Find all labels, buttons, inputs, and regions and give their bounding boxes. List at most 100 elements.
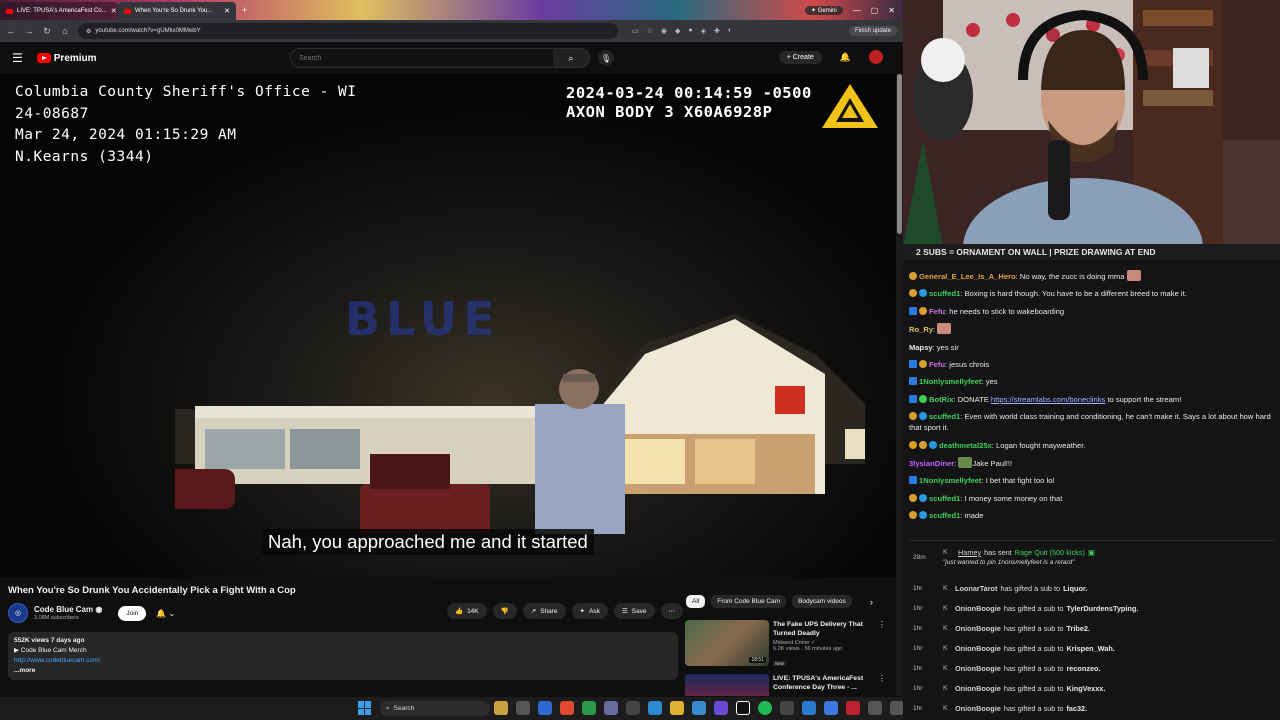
home-icon[interactable]: ⌂ <box>60 26 70 36</box>
chat-username[interactable]: scuffed1 <box>929 412 960 421</box>
event-recipient[interactable]: reconzeo. <box>1066 664 1100 673</box>
close-tab-icon[interactable]: ✕ <box>224 7 230 15</box>
app-icon[interactable] <box>846 701 860 715</box>
event-user[interactable]: OnionBoogie <box>955 684 1001 693</box>
chat-username[interactable]: scuffed1 <box>929 494 960 503</box>
kebab-menu-icon[interactable]: ⋮ <box>878 674 886 683</box>
chat-username[interactable]: deathmetal25x <box>939 441 992 450</box>
folder-icon[interactable] <box>670 701 684 715</box>
description-box[interactable]: 552K views 7 days ago ▶ Code Blue Cam Me… <box>8 632 678 680</box>
chip-all[interactable]: All <box>686 595 706 608</box>
search-icon[interactable]: ⌕ <box>553 49 589 67</box>
subscribed-bell-icon[interactable]: 🔔 ⌄ <box>156 609 175 618</box>
taskbar-search[interactable]: ⌕ Search <box>380 701 490 716</box>
close-tab-icon[interactable]: ✕ <box>111 7 117 15</box>
menu-icon[interactable]: ☰ <box>12 51 23 65</box>
new-tab-button[interactable]: + <box>236 5 253 15</box>
more-actions-button[interactable]: ⋯ <box>660 603 683 619</box>
app-icon[interactable] <box>714 701 728 715</box>
chat-username[interactable]: 1Nonlysmellyfeet <box>919 377 981 386</box>
channel-name[interactable]: Code Blue Cam ◉ <box>34 605 102 614</box>
event-user[interactable]: OnionBoogie <box>955 644 1001 653</box>
app-icon[interactable] <box>736 701 750 715</box>
address-bar[interactable]: ⚙ youtube.com/watch?v=gUMkx0MMwbY <box>78 23 618 39</box>
app-icon[interactable] <box>494 701 508 715</box>
app-icon[interactable] <box>648 701 662 715</box>
app-icon[interactable] <box>626 701 640 715</box>
finish-update-button[interactable]: Finish update <box>848 26 897 36</box>
save-button[interactable]: ☰ Save <box>613 603 655 619</box>
back-icon[interactable]: ← <box>6 26 16 36</box>
chip-bodycam[interactable]: Bodycam videos <box>792 595 852 608</box>
chat-username[interactable]: scuffed1 <box>929 511 960 520</box>
chat-username[interactable]: Fefu <box>929 307 945 316</box>
event-recipient[interactable]: TylerDurdensTyping. <box>1066 604 1138 613</box>
rec-title[interactable]: LIVE: TPUSA's AmericaFest Conference Day… <box>773 674 878 692</box>
app-icon[interactable] <box>582 701 596 715</box>
event-user[interactable]: LoonarTarot <box>955 584 997 593</box>
app-icon[interactable] <box>604 701 618 715</box>
app-icon[interactable] <box>516 701 530 715</box>
share-button[interactable]: ↗ Share <box>522 603 566 619</box>
app-icon[interactable] <box>824 701 838 715</box>
extension-icon[interactable]: ◆ <box>675 27 680 35</box>
chat-username[interactable]: Fefu <box>929 360 945 369</box>
extension-icon[interactable]: ● <box>688 27 692 35</box>
chat-username[interactable]: 1Nonlysmellyfeet <box>919 476 981 485</box>
search-input[interactable] <box>291 54 553 62</box>
page-scrollbar[interactable] <box>896 74 903 696</box>
chat-username[interactable]: scuffed1 <box>929 289 960 298</box>
forward-icon[interactable]: → <box>24 26 34 36</box>
chat-username[interactable]: BotRix <box>929 395 953 404</box>
description-link[interactable]: http://www.codebluecam.com/ <box>14 656 672 666</box>
notifications-bell-icon[interactable]: 🔔 <box>840 52 851 63</box>
event-user[interactable]: Hamey <box>958 548 981 557</box>
app-icon[interactable] <box>538 701 552 715</box>
chip-from-channel[interactable]: From Code Blue Cam <box>711 595 787 608</box>
app-icon[interactable] <box>890 701 904 715</box>
app-icon[interactable] <box>802 701 816 715</box>
chrome-icon[interactable] <box>560 701 574 715</box>
profile-icon[interactable]: ◐ <box>728 27 732 35</box>
chevron-right-icon[interactable]: › <box>870 597 873 607</box>
video-thumbnail[interactable]: 18:51 <box>685 620 769 666</box>
reload-icon[interactable]: ↻ <box>42 26 52 37</box>
minimize-icon[interactable]: — <box>853 6 861 15</box>
channel-avatar[interactable]: ◎ <box>8 603 28 623</box>
gemini-button[interactable]: ✦ Gemini <box>805 5 843 15</box>
chat-username[interactable]: Ro_Ry <box>909 325 933 334</box>
kebab-menu-icon[interactable]: ⋮ <box>878 620 886 629</box>
like-button[interactable]: 👍 14K <box>446 603 487 619</box>
cast-icon[interactable]: ▭ <box>632 27 639 35</box>
video-player[interactable]: Columbia County Sheriff's Office - WI 24… <box>0 74 896 577</box>
tab-livestream[interactable]: LIVE: TPUSA's AmericaFest Co... ✕ <box>0 2 118 20</box>
windows-start-icon[interactable] <box>358 701 372 715</box>
chat-username[interactable]: General_E_Lee_Is_A_Hero <box>919 272 1016 281</box>
event-user[interactable]: OnionBoogie <box>955 604 1001 613</box>
video-thumbnail[interactable] <box>685 674 769 696</box>
extension-icon[interactable]: ◉ <box>661 27 667 35</box>
maximize-icon[interactable]: ▢ <box>871 6 879 15</box>
account-avatar[interactable] <box>869 50 883 64</box>
create-button[interactable]: + Create <box>778 50 822 64</box>
recommended-video[interactable]: 18:51 The Fake UPS Delivery That Turned … <box>685 620 890 670</box>
event-recipient[interactable]: Liquor. <box>1063 584 1087 593</box>
microphone-icon[interactable]: 🎙 <box>598 50 614 66</box>
recommended-video[interactable]: LIVE: TPUSA's AmericaFest Conference Day… <box>685 674 890 696</box>
event-recipient[interactable]: fac32. <box>1066 704 1087 713</box>
ask-button[interactable]: ✦ Ask <box>571 603 608 619</box>
event-recipient[interactable]: KingVexxx. <box>1066 684 1105 693</box>
app-icon[interactable] <box>868 701 882 715</box>
event-recipient[interactable]: Krispen_Wah. <box>1066 644 1114 653</box>
close-window-icon[interactable]: ✕ <box>888 6 895 15</box>
site-info-icon[interactable]: ⚙ <box>86 28 91 35</box>
extension-icon[interactable]: ◈ <box>701 27 706 35</box>
chat-username[interactable]: 3lysianDiner <box>909 459 954 468</box>
app-icon[interactable] <box>692 701 706 715</box>
event-user[interactable]: OnionBoogie <box>955 624 1001 633</box>
event-user[interactable]: OnionBoogie <box>955 704 1001 713</box>
donate-link[interactable]: https://streamlabs.com/boneclinks <box>991 395 1105 404</box>
puzzle-icon[interactable]: ✚ <box>714 27 720 35</box>
event-user[interactable]: OnionBoogie <box>955 664 1001 673</box>
app-icon[interactable] <box>780 701 794 715</box>
